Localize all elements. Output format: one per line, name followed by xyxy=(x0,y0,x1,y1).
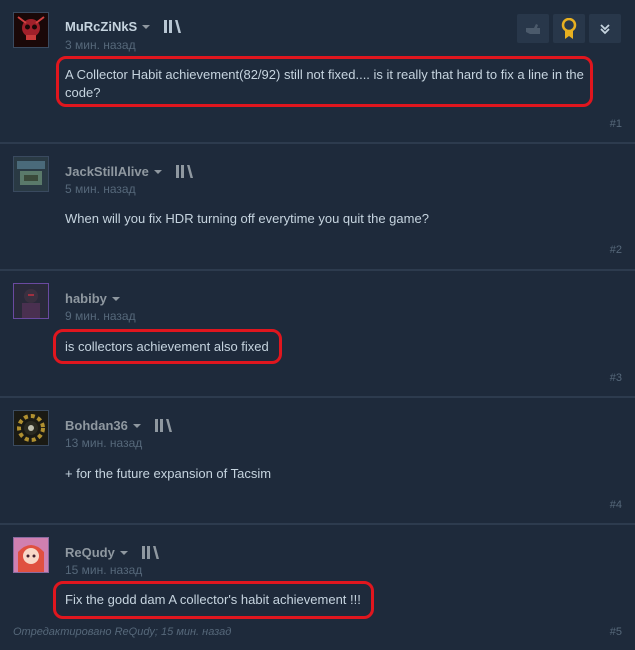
anime-girl-avatar-icon xyxy=(14,538,48,572)
comment-number[interactable]: #1 xyxy=(610,118,622,130)
expand-icon xyxy=(600,23,610,34)
author-name[interactable]: ReQudy xyxy=(65,545,115,560)
comment-text: When will you fix HDR turning off everyt… xyxy=(65,211,429,226)
author-name[interactable]: JackStillAlive xyxy=(65,164,149,179)
comment-5: ReQudy 15 мин. назад Fix the godd dam A … xyxy=(0,525,635,650)
game-art-avatar-icon xyxy=(14,157,48,191)
author-row: habiby xyxy=(65,289,120,307)
library-icon[interactable] xyxy=(154,418,172,432)
library-icon[interactable] xyxy=(164,19,182,33)
chevron-down-icon[interactable] xyxy=(119,551,128,555)
comment-number[interactable]: #3 xyxy=(610,372,622,384)
author-name[interactable]: habiby xyxy=(65,291,107,306)
avatar[interactable] xyxy=(13,12,49,48)
avatar[interactable] xyxy=(13,156,49,192)
comment-text: + for the future expansion of Tacsim xyxy=(65,466,272,481)
cog-emblem-avatar-icon xyxy=(14,411,48,445)
author-row: MuRcZiNkS xyxy=(65,17,182,35)
author-name[interactable]: MuRcZiNkS xyxy=(65,19,137,34)
comment-number[interactable]: #4 xyxy=(610,499,622,511)
library-icon[interactable] xyxy=(175,164,193,178)
comment-2: JackStillAlive 5 мин. назад When will yo… xyxy=(0,144,635,271)
comment-4: Bohdan36 13 мин. назад + for the future … xyxy=(0,398,635,525)
timestamp: 13 мин. назад xyxy=(65,436,143,450)
author-row: Bohdan36 xyxy=(65,416,172,434)
comment-text: is collectors achievement also fixed xyxy=(65,339,269,354)
library-icon[interactable] xyxy=(141,545,159,559)
avatar[interactable] xyxy=(13,537,49,573)
avatar[interactable] xyxy=(13,410,49,446)
timestamp: 5 мин. назад xyxy=(65,182,136,196)
comment-number[interactable]: #5 xyxy=(610,626,622,638)
skull-avatar-icon xyxy=(14,13,48,47)
chevron-down-icon[interactable] xyxy=(142,25,151,29)
comment-1: MuRcZiNkS 3 мин. назад A Collector Habit… xyxy=(0,0,635,144)
thumb-icon xyxy=(526,23,540,34)
award-button[interactable] xyxy=(553,14,585,43)
chevron-down-icon[interactable] xyxy=(153,170,162,174)
timestamp: 9 мин. назад xyxy=(65,309,136,323)
comment-text: A Collector Habit achievement(82/92) sti… xyxy=(65,66,584,102)
comment-text-line-2: code? xyxy=(65,85,101,100)
author-row: ReQudy xyxy=(65,543,159,561)
edited-note: Отредактировано ReQudy; 15 мин. назад xyxy=(13,626,232,638)
timestamp: 15 мин. назад xyxy=(65,563,143,577)
avatar[interactable] xyxy=(13,283,49,319)
comment-text: Fix the godd dam A collector's habit ach… xyxy=(65,592,361,607)
vote-button[interactable] xyxy=(517,14,549,43)
chevron-down-icon[interactable] xyxy=(111,297,120,301)
comment-number[interactable]: #2 xyxy=(610,244,622,256)
award-icon xyxy=(561,17,577,39)
comment-3: habiby 9 мин. назад is collectors achiev… xyxy=(0,271,635,398)
expand-button[interactable] xyxy=(589,14,621,43)
timestamp: 3 мин. назад xyxy=(65,38,136,52)
dark-figure-avatar-icon xyxy=(14,284,48,318)
author-row: JackStillAlive xyxy=(65,162,193,180)
chevron-down-icon[interactable] xyxy=(132,424,141,428)
comment-text-line-1: A Collector Habit achievement(82/92) sti… xyxy=(65,67,584,82)
author-name[interactable]: Bohdan36 xyxy=(65,418,128,433)
